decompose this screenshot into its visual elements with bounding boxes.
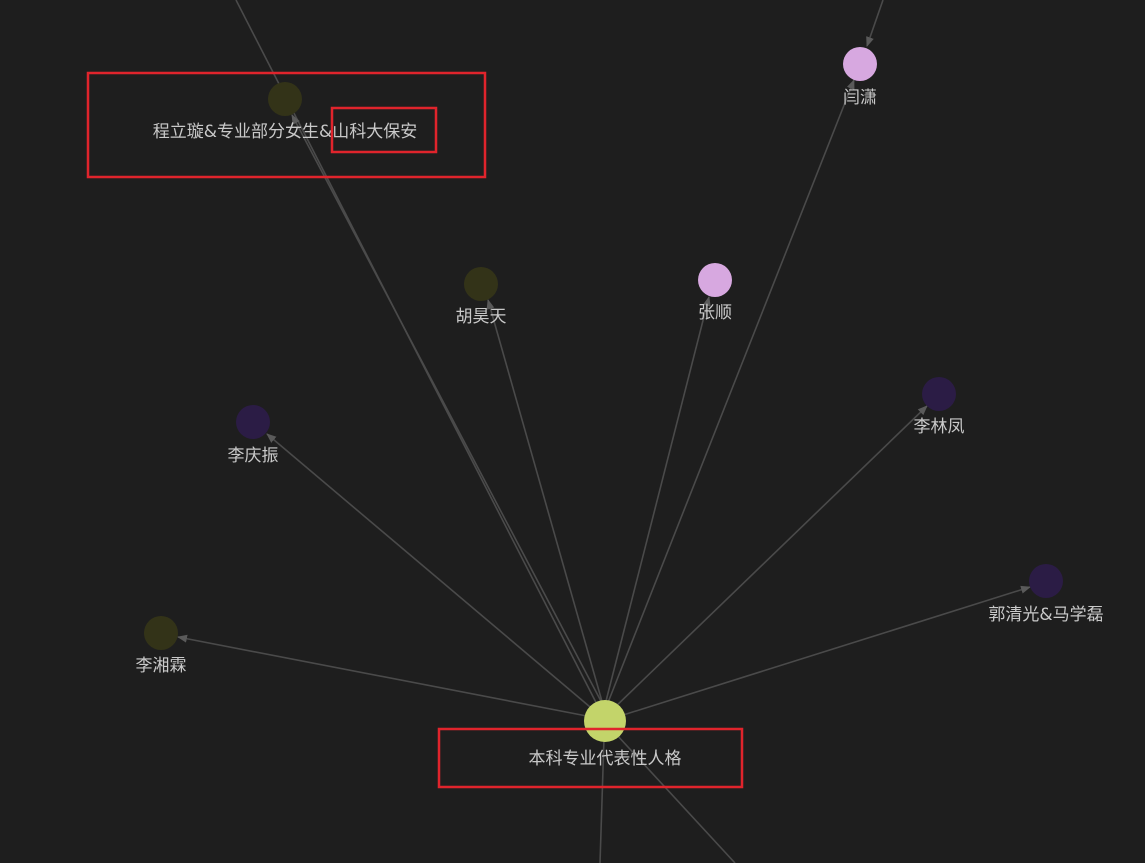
node-li-lf-circle[interactable] xyxy=(922,377,956,411)
knowledge-graph-canvas[interactable]: 程立璇&专业部分女生&山科大保安 闫潇 胡昊天 张顺 李庆振 李林凤 郭清光&马… xyxy=(0,0,1145,863)
node-cheng[interactable]: 程立璇&专业部分女生&山科大保安 xyxy=(153,82,418,142)
node-li-xl-label: 李湘霖 xyxy=(136,656,187,676)
graph-svg[interactable]: 程立璇&专业部分女生&山科大保安 闫潇 胡昊天 张顺 李庆振 李林凤 郭清光&马… xyxy=(0,0,1145,863)
node-center[interactable]: 本科专业代表性人格 xyxy=(529,700,682,769)
node-hu-label: 胡昊天 xyxy=(456,307,507,327)
node-zhang[interactable]: 张顺 xyxy=(698,263,732,323)
node-hu[interactable]: 胡昊天 xyxy=(456,267,507,327)
edge-center-to-li-qz xyxy=(266,433,597,713)
edge-center-to-cheng xyxy=(291,114,604,706)
node-cheng-label: 程立璇&专业部分女生&山科大保安 xyxy=(153,122,418,142)
edge-center-to-zhang xyxy=(604,296,711,706)
node-yan[interactable]: 闫潇 xyxy=(843,47,877,108)
edge-center-to-hu xyxy=(486,299,604,706)
node-li-qz-label: 李庆振 xyxy=(228,446,279,466)
node-yan-circle[interactable] xyxy=(843,47,877,81)
node-center-label: 本科专业代表性人格 xyxy=(529,749,682,769)
node-li-qz-circle[interactable] xyxy=(236,405,270,439)
node-li-xl-circle[interactable] xyxy=(144,616,178,650)
nodes: 程立璇&专业部分女生&山科大保安 闫潇 胡昊天 张顺 李庆振 李林凤 郭清光&马… xyxy=(136,47,1104,769)
edge-center-to-yan xyxy=(606,79,855,706)
node-guo-label: 郭清光&马学磊 xyxy=(988,605,1103,625)
node-cheng-circle[interactable] xyxy=(268,82,302,116)
node-li-xl[interactable]: 李湘霖 xyxy=(136,616,187,676)
edge-center-to-guo xyxy=(619,585,1031,717)
node-li-qz[interactable]: 李庆振 xyxy=(228,405,279,466)
node-center-circle[interactable] xyxy=(584,700,626,742)
node-li-lf[interactable]: 李林凤 xyxy=(914,377,965,437)
node-li-lf-label: 李林凤 xyxy=(914,417,965,437)
node-guo-circle[interactable] xyxy=(1029,564,1063,598)
node-zhang-label: 张顺 xyxy=(698,303,732,323)
node-yan-label: 闫潇 xyxy=(843,88,877,108)
edge-into-yan xyxy=(866,0,884,47)
node-zhang-circle[interactable] xyxy=(698,263,732,297)
node-hu-circle[interactable] xyxy=(464,267,498,301)
edge-center-to-li-xl xyxy=(177,634,593,718)
edge-center-to-li-lf xyxy=(611,405,928,711)
